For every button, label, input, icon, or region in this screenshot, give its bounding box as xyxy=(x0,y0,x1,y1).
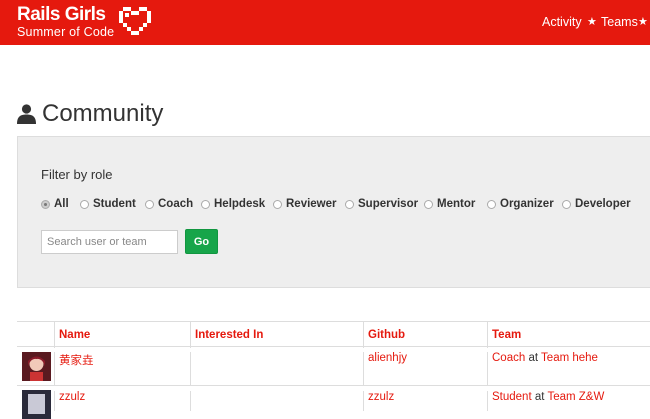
top-navbar: Rails Girls Summer of Code Activity ★ Te… xyxy=(0,0,650,45)
radio-icon[interactable] xyxy=(145,200,154,209)
github-link[interactable]: alienhjy xyxy=(368,352,407,364)
radio-icon[interactable] xyxy=(273,200,282,209)
user-icon xyxy=(17,104,36,124)
main-nav: Activity ★ Teams ★ xyxy=(0,15,650,31)
at-text: at xyxy=(528,352,539,364)
team-link[interactable]: Team hehe xyxy=(541,352,598,364)
role-link[interactable]: Coach xyxy=(492,352,525,364)
row-divider xyxy=(17,346,650,347)
radio-icon[interactable] xyxy=(487,200,496,209)
table-cell-github: alienhjy xyxy=(363,352,487,386)
nav-activity-link[interactable]: Activity xyxy=(542,15,582,29)
table-cell-github: zzulz xyxy=(363,391,487,411)
role-link[interactable]: Student xyxy=(492,391,532,403)
radio-icon[interactable] xyxy=(80,200,89,209)
radio-icon[interactable] xyxy=(345,200,354,209)
table-header-name[interactable]: Name xyxy=(54,322,190,348)
avatar[interactable] xyxy=(22,390,51,419)
user-name-link[interactable]: zzulz xyxy=(59,391,85,403)
table-header-interested-in[interactable]: Interested In xyxy=(190,322,363,348)
table-header-avatar xyxy=(17,322,54,348)
user-name-link[interactable]: 黄家垚 xyxy=(59,355,94,367)
community-table: Name Interested In Github Team 黄家垚 alien… xyxy=(17,321,650,419)
page-title: Community xyxy=(42,100,164,127)
radio-icon[interactable] xyxy=(562,200,571,209)
table-header-github[interactable]: Github xyxy=(363,322,487,348)
table-header-team[interactable]: Team xyxy=(487,322,650,348)
table-cell-name: 黄家垚 xyxy=(54,352,190,386)
avatar[interactable] xyxy=(22,352,51,381)
table-cell-team: Coach at Team hehe xyxy=(487,352,650,386)
table-cell-name: zzulz xyxy=(54,391,190,411)
table-cell-interested-in xyxy=(190,391,363,411)
nav-separator-star-icon: ★ xyxy=(587,16,597,28)
nav-teams-link[interactable]: Teams xyxy=(601,15,638,29)
search-input[interactable] xyxy=(41,230,178,254)
at-text: at xyxy=(534,391,545,403)
filter-label: Filter by role xyxy=(41,167,113,182)
table-cell-team: Student at Team Z&W xyxy=(487,391,650,411)
radio-icon[interactable] xyxy=(201,200,210,209)
github-link[interactable]: zzulz xyxy=(368,391,394,403)
filter-panel: Filter by role All Student Coach Helpdes… xyxy=(17,136,650,288)
radio-checked-icon[interactable] xyxy=(41,200,50,209)
go-button[interactable]: Go xyxy=(185,229,218,254)
team-link[interactable]: Team Z&W xyxy=(547,391,604,403)
table-cell-interested-in xyxy=(190,352,363,386)
row-divider xyxy=(17,385,650,386)
nav-separator-star-icon: ★ xyxy=(638,16,648,28)
radio-icon[interactable] xyxy=(424,200,433,209)
